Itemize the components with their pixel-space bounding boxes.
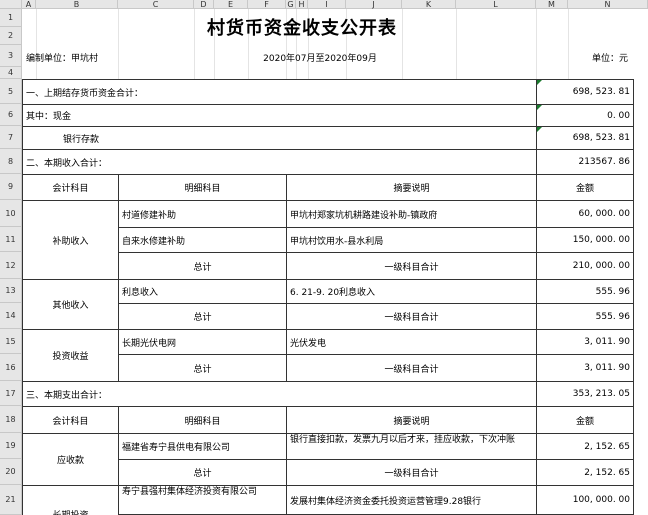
income-header-summary[interactable]: 摘要说明 [286,174,537,201]
amount-solar-power[interactable]: 3, 011. 90 [536,329,634,355]
invest-total-label[interactable]: 总计 [118,354,287,382]
receivable-total-amount[interactable]: 2, 152. 65 [536,459,634,486]
income-total-label[interactable]: 二、本期收入合计： [22,149,537,175]
col-header-n[interactable]: N [568,0,648,9]
row-header-8[interactable]: 8 [0,149,22,174]
row-header-1[interactable]: 1 [0,9,22,27]
expense-header-amount[interactable]: 金额 [536,406,634,434]
detail-water-subsidy[interactable]: 自来水修建补助 [118,227,287,253]
row-header-20[interactable]: 20 [0,459,22,485]
row-header-21[interactable]: 21 [0,485,22,515]
col-header-j[interactable]: J [346,0,402,9]
row-header-4[interactable]: 4 [0,67,22,79]
account-longterm-investment[interactable]: 长期投资 [22,485,119,515]
other-total-summary[interactable]: 一级科目合计 [286,303,537,330]
account-subsidy-income[interactable]: 补助收入 [22,200,119,280]
col-header-h[interactable]: H [296,0,308,9]
row-header-6[interactable]: 6 [0,104,22,126]
subsidy-total-label[interactable]: 总计 [118,252,287,280]
other-total-amount[interactable]: 555. 96 [536,303,634,330]
row-header-15[interactable]: 15 [0,329,22,354]
summary-interest-income[interactable]: 6. 21-9. 20利息收入 [286,279,537,304]
cell-note-marker [537,127,542,132]
row-header-3[interactable]: 3 [0,45,22,67]
amount-interest-income[interactable]: 555. 96 [536,279,634,304]
amount-power-company[interactable]: 2, 152. 65 [536,433,634,460]
income-total-amount[interactable]: 213567. 86 [536,149,634,175]
row-header-9[interactable]: 9 [0,174,22,200]
col-header-k[interactable]: K [402,0,456,9]
row-header-19[interactable]: 19 [0,433,22,459]
other-total-label[interactable]: 总计 [118,303,287,330]
receivable-total-summary[interactable]: 一级科目合计 [286,459,537,486]
amount-water-subsidy[interactable]: 150, 000. 00 [536,227,634,253]
detail-road-subsidy[interactable]: 村道修建补助 [118,200,287,228]
account-other-income[interactable]: 其他收入 [22,279,119,330]
cell-note-marker [537,105,542,110]
income-header-account[interactable]: 会计科目 [22,174,119,201]
col-header-l[interactable]: L [456,0,536,9]
expense-header-summary[interactable]: 摘要说明 [286,406,537,434]
detail-shouning-investment[interactable]: 寿宁县强村集体经济投资有限公司 [118,485,287,515]
spreadsheet: A B C D E F G H I J K L M N 1 2 3 4 5 6 … [0,0,648,515]
expense-header-account[interactable]: 会计科目 [22,406,119,434]
row-header-11[interactable]: 11 [0,227,22,252]
amount-shouning-investment[interactable]: 100, 000. 00 [536,485,634,515]
subsidy-total-amount[interactable]: 210, 000. 00 [536,252,634,280]
col-header-c[interactable]: C [118,0,194,9]
col-header-e[interactable]: E [214,0,248,9]
invest-total-summary[interactable]: 一级科目合计 [286,354,537,382]
invest-total-amount[interactable]: 3, 011. 90 [536,354,634,382]
detail-solar-grid[interactable]: 长期光伏电网 [118,329,287,355]
row-header-10[interactable]: 10 [0,200,22,227]
receivable-total-label[interactable]: 总计 [118,459,287,486]
col-header-m[interactable]: M [536,0,568,9]
expense-header-detail[interactable]: 明细科目 [118,406,287,434]
opening-balance-amount[interactable]: 698, 523. 81 [536,79,634,105]
row-header-12[interactable]: 12 [0,252,22,279]
col-header-i[interactable]: I [308,0,346,9]
account-receivable[interactable]: 应收款 [22,433,119,486]
cash-label[interactable]: 其中：现金 [22,104,537,127]
opening-balance-label[interactable]: 一、上期结存货币资金合计： [22,79,537,105]
page-title[interactable]: 村货币资金收支公开表 [36,10,568,44]
subsidy-total-summary[interactable]: 一级科目合计 [286,252,537,280]
summary-power-company[interactable]: 银行直接扣款，发票九月以后才来，挂应收款，下次冲账 [286,433,537,460]
cell-note-marker [537,80,542,85]
currency-unit[interactable]: 单位：元 [560,48,648,66]
corner-select-all[interactable] [0,0,22,9]
detail-interest-income[interactable]: 利息收入 [118,279,287,304]
summary-road-subsidy[interactable]: 甲坑村郑家坑机耕路建设补助-镇政府 [286,200,537,228]
col-header-a[interactable]: A [22,0,36,9]
report-period[interactable]: 2020年07月至2020年09月 [240,48,400,66]
bank-deposit-amount[interactable]: 698, 523. 81 [536,126,634,150]
row-header-2[interactable]: 2 [0,27,22,45]
bank-deposit-label[interactable]: 银行存款 [22,126,537,150]
row-header-13[interactable]: 13 [0,279,22,303]
row-header-16[interactable]: 16 [0,354,22,381]
expense-total-amount[interactable]: 353, 213. 05 [536,381,634,407]
row-header-17[interactable]: 17 [0,381,22,406]
col-header-d[interactable]: D [194,0,214,9]
row-header-14[interactable]: 14 [0,303,22,329]
col-header-f[interactable]: F [248,0,286,9]
detail-power-company[interactable]: 福建省寿宁县供电有限公司 [118,433,287,460]
expense-total-label[interactable]: 三、本期支出合计： [22,381,537,407]
amount-road-subsidy[interactable]: 60, 000. 00 [536,200,634,228]
col-header-g[interactable]: G [286,0,296,9]
col-header-b[interactable]: B [36,0,118,9]
income-header-amount[interactable]: 金额 [536,174,634,201]
summary-solar-power[interactable]: 光伏发电 [286,329,537,355]
prepared-by[interactable]: 编制单位：甲坑村 [23,48,143,66]
income-header-detail[interactable]: 明细科目 [118,174,287,201]
summary-water-subsidy[interactable]: 甲坑村饮用水-县水利局 [286,227,537,253]
row-header-5[interactable]: 5 [0,79,22,104]
summary-shouning-investment[interactable]: 发展村集体经济资金委托投资运营管理9.28银行 [286,485,537,515]
account-investment-income[interactable]: 投资收益 [22,329,119,382]
cash-amount[interactable]: 0. 00 [536,104,634,127]
row-header-18[interactable]: 18 [0,406,22,433]
row-header-7[interactable]: 7 [0,126,22,149]
